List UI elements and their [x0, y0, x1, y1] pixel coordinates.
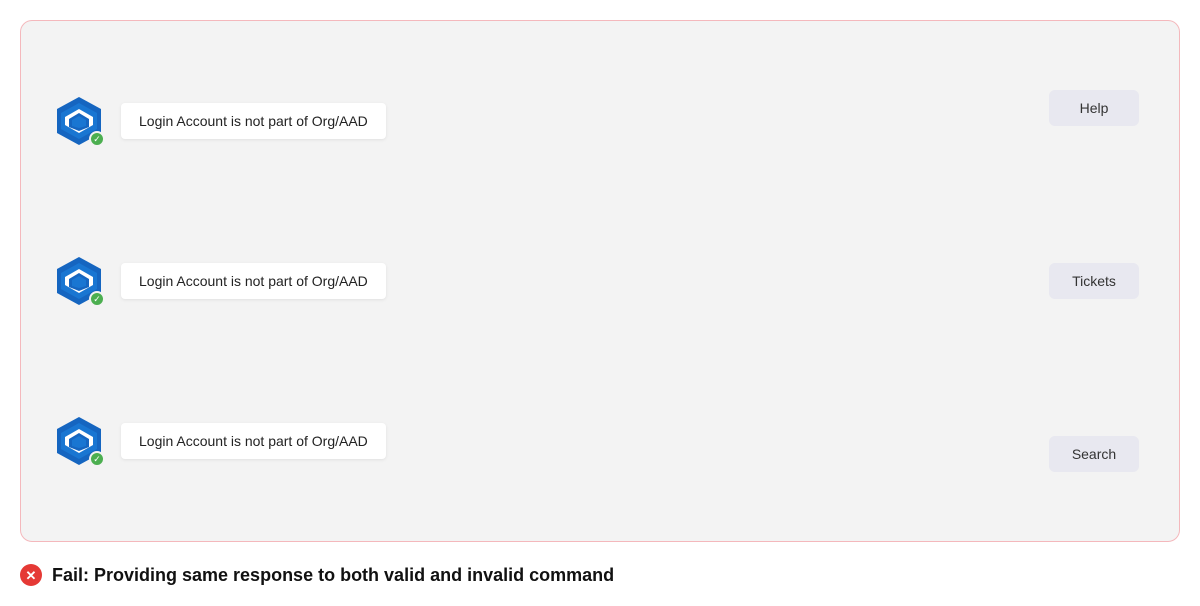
check-badge-1	[89, 131, 105, 147]
message-box-1: Login Account is not part of Org/AAD	[121, 103, 386, 139]
search-button[interactable]: Search	[1049, 436, 1139, 472]
tickets-button[interactable]: Tickets	[1049, 263, 1139, 299]
row-2: Login Account is not part of Org/AAD	[51, 253, 1149, 309]
check-badge-2	[89, 291, 105, 307]
row-1: Login Account is not part of Org/AAD	[51, 93, 1149, 149]
fail-icon	[20, 564, 42, 586]
fail-message: Fail: Providing same response to both va…	[52, 565, 614, 586]
row-3: Login Account is not part of Org/AAD	[51, 413, 1149, 469]
check-badge-3	[89, 451, 105, 467]
app-icon-1	[51, 93, 107, 149]
right-buttons-panel: Help Tickets Search	[1049, 21, 1139, 541]
message-box-2: Login Account is not part of Org/AAD	[121, 263, 386, 299]
fail-bar: Fail: Providing same response to both va…	[20, 558, 1180, 586]
main-panel: Help Tickets Search Login Account is not…	[20, 20, 1180, 542]
app-icon-3	[51, 413, 107, 469]
app-icon-2	[51, 253, 107, 309]
help-button[interactable]: Help	[1049, 90, 1139, 126]
message-box-3: Login Account is not part of Org/AAD	[121, 423, 386, 459]
